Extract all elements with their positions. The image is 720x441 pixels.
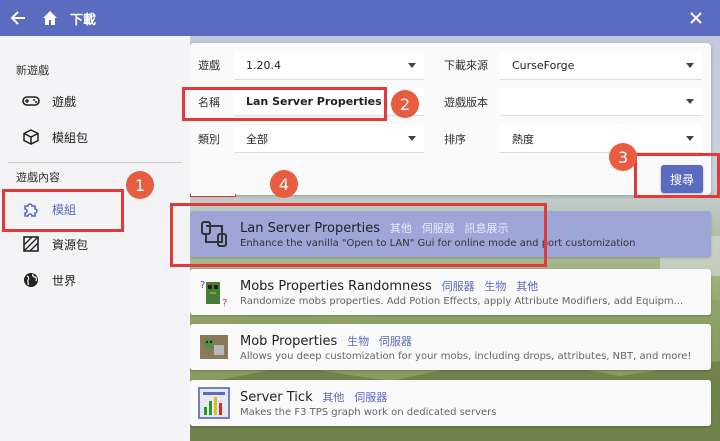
annotation-badge: 4 <box>270 170 298 198</box>
sort-value: 熱度 <box>512 132 534 146</box>
result-tag: 伺服器 <box>378 334 412 348</box>
sort-select[interactable]: 熱度 <box>500 125 702 153</box>
result-title: Server Tick <box>240 389 313 405</box>
sidebar-item-label: 資源包 <box>52 237 89 252</box>
section-game-content: 遊戲內容 <box>16 171 60 184</box>
annotation-badge: 1 <box>126 171 154 199</box>
category-select[interactable]: 全部 <box>234 125 424 153</box>
annotation-box-search <box>634 153 720 198</box>
section-new-game: 新遊戲 <box>16 64 49 77</box>
package-icon <box>22 128 40 146</box>
result-item[interactable]: Mob Properties 生物 伺服器 Allows you deep cu… <box>190 324 711 370</box>
hidden-row-edge <box>190 194 236 197</box>
home-icon[interactable] <box>36 0 64 36</box>
result-tag: 伺服器 <box>354 390 388 404</box>
chevron-down-icon <box>686 63 694 68</box>
category-label: 類別 <box>198 133 220 146</box>
result-description: Randomize mobs properties. Add Potion Ef… <box>240 295 684 307</box>
sidebar-item-modpack[interactable]: 模組包 <box>0 119 190 155</box>
result-description: Allows you deep customization for your m… <box>240 350 692 362</box>
game-version-label: 遊戲版本 <box>444 96 488 109</box>
result-tag: 其他 <box>322 390 345 404</box>
chevron-down-icon <box>408 136 416 141</box>
annotation-badge: 2 <box>391 90 419 118</box>
sort-label: 排序 <box>444 133 466 146</box>
result-title: Mob Properties <box>240 333 338 349</box>
annotation-box-result <box>170 203 547 267</box>
annotation-badge: 3 <box>609 143 637 171</box>
result-tag: 伺服器 <box>441 279 475 293</box>
result-item[interactable]: ?? Mobs Properties Randomness 伺服器 生物 其他 … <box>190 269 711 315</box>
game-label: 遊戲 <box>198 59 220 72</box>
category-value: 全部 <box>246 132 268 146</box>
annotation-box-name <box>182 87 387 121</box>
mc-version-select[interactable] <box>500 88 702 116</box>
result-description: Makes the F3 TPS graph work on dedicated… <box>240 406 497 418</box>
sidebar-item-label: 模組包 <box>52 130 89 145</box>
result-tag: 生物 <box>484 279 507 293</box>
result-item[interactable]: Server Tick 其他 伺服器 Makes the F3 TPS grap… <box>190 380 711 426</box>
chevron-down-icon <box>408 63 416 68</box>
game-version-value: 1.20.4 <box>246 59 281 72</box>
sidebar-item-worlds[interactable]: 世界 <box>0 262 190 298</box>
window-title: 下載 <box>70 12 97 28</box>
result-tag: 其他 <box>516 279 539 293</box>
mob-random-icon: ?? <box>196 274 232 310</box>
chevron-down-icon <box>686 136 694 141</box>
texture-icon <box>22 235 40 253</box>
globe-icon <box>22 271 40 289</box>
divider <box>8 162 182 163</box>
result-title: Mobs Properties Randomness <box>240 278 432 294</box>
game-version-select[interactable]: 1.20.4 <box>234 52 424 80</box>
annotation-box-mods <box>2 189 124 232</box>
title-bar: 下載 <box>0 0 720 36</box>
result-tag: 生物 <box>347 334 370 348</box>
back-arrow-icon[interactable] <box>0 0 36 36</box>
source-value: CurseForge <box>512 59 575 72</box>
sidebar-item-label: 遊戲 <box>52 94 77 109</box>
gamepad-icon <box>22 92 40 110</box>
source-select[interactable]: CurseForge <box>500 52 702 80</box>
tps-graph-icon <box>196 385 232 421</box>
close-icon[interactable] <box>678 0 714 36</box>
sidebar-item-game[interactable]: 遊戲 <box>0 83 190 119</box>
svg-text:?: ? <box>222 298 227 308</box>
mob-properties-icon <box>196 329 232 365</box>
source-label: 下載來源 <box>444 59 488 72</box>
sidebar-item-label: 世界 <box>52 273 77 288</box>
sidebar: 新遊戲 遊戲 模組包 遊戲內容 模組 資源包 世界 <box>0 36 190 441</box>
chevron-down-icon <box>686 99 694 104</box>
svg-text:?: ? <box>200 280 205 291</box>
